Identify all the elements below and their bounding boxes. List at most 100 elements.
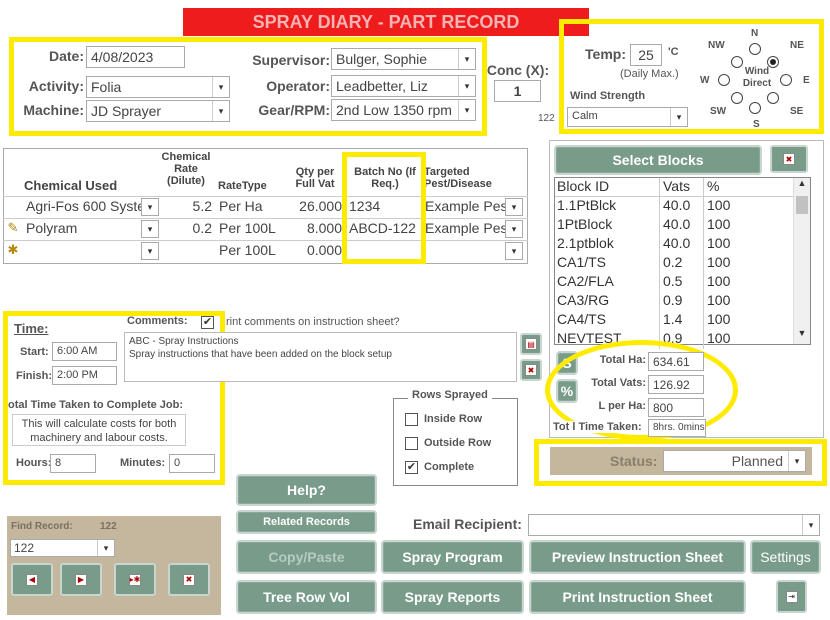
hours-field[interactable]: 8 [50,454,96,473]
rows-sprayed-checkbox[interactable] [405,437,418,450]
rate-field[interactable]: 0.2 [162,220,214,239]
block-id-cell: CA1/TS [555,254,660,273]
chevron-down-icon[interactable]: ▾ [788,451,805,471]
temp-field[interactable]: 25 [630,44,662,66]
cost-note: This will calculate costs for both machi… [12,414,186,446]
operator-select[interactable]: Leadbetter, Liz ▾ [331,75,476,97]
clear-comments-button[interactable]: ✖ [520,359,542,381]
rows-sprayed-checkbox[interactable]: ✔ [405,461,418,474]
supervisor-select[interactable]: Bulger, Sophie ▾ [331,48,476,70]
scroll-down-icon[interactable]: ▼ [794,328,810,344]
ratetype-field[interactable]: Per 100L [217,220,287,239]
gear-value: 2nd Low 1350 rpm [336,102,452,118]
select-blocks-button[interactable]: Select Blocks [554,145,762,175]
block-row[interactable]: CA4/TS 1.4 100 [555,311,810,330]
chevron-down-icon[interactable]: ▾ [97,540,114,556]
chevron-down-icon[interactable]: ▾ [458,49,475,69]
chevron-down-icon[interactable]: ▾ [458,76,475,96]
qty-field[interactable]: 8.000 [289,220,344,239]
help-button[interactable]: Help? [236,474,377,506]
copy-paste-button[interactable]: Copy/Paste [236,540,377,574]
scroll-up-icon[interactable]: ▲ [794,178,810,194]
delete-record-button[interactable]: ✖ [168,563,210,596]
chemical-select[interactable] [24,242,159,261]
finish-field[interactable]: 2:00 PM [52,366,117,385]
print-comments-checkbox[interactable]: ✔ [201,316,214,329]
supervisor-value: Bulger, Sophie [336,51,428,67]
delete-icon: ✖ [183,573,195,586]
chevron-down-icon[interactable]: ▾ [505,220,523,238]
block-row[interactable]: 1PtBlock 40.0 100 [555,216,810,235]
chemical-select[interactable]: Agri-Fos 600 Syste [24,198,159,217]
tree-row-vol-button[interactable]: Tree Row Vol [236,580,377,614]
email-select[interactable]: ▾ [528,514,820,536]
block-vats-cell: 0.9 [660,292,704,311]
related-records-button[interactable]: Related Records [236,510,377,534]
start-field[interactable]: 6:00 AM [52,342,117,361]
comments-textarea[interactable]: ABC - Spray Instructions Spray instructi… [124,332,517,382]
ratetype-field[interactable]: Per 100L [217,242,287,261]
print-instruction-button[interactable]: Print Instruction Sheet [529,580,746,614]
wind-ne-radio[interactable] [767,56,779,68]
scroll-thumb[interactable] [796,196,808,214]
spray-reports-button[interactable]: Spray Reports [381,580,524,614]
status-select[interactable]: Planned ▾ [663,450,806,472]
chevron-down-icon[interactable]: ▾ [141,220,159,238]
prev-record-button[interactable]: ◀ [11,563,53,596]
chevron-down-icon[interactable]: ▾ [141,198,159,216]
qty-field[interactable]: 0.000 [289,242,344,261]
blocks-scrollbar[interactable]: ▲ ▼ [793,178,810,344]
conc-field[interactable]: 1 [494,80,541,102]
wind-se-radio[interactable] [767,92,779,104]
wind-strength-select[interactable]: Calm ▾ [567,107,688,127]
chevron-down-icon[interactable]: ▾ [212,101,229,121]
spray-program-button[interactable]: Spray Program [381,540,524,574]
wind-e-radio[interactable] [780,74,792,86]
qty-field[interactable]: 26.000 [289,198,344,217]
rate-field[interactable]: 5.2 [162,198,214,217]
minutes-field[interactable]: 0 [169,454,215,473]
block-id-cell: CA2/FLA [555,273,660,292]
block-row[interactable]: CA1/TS 0.2 100 [555,254,810,273]
find-select[interactable]: 122 ▾ [10,539,115,557]
preview-instruction-button[interactable]: Preview Instruction Sheet [529,540,746,574]
chevron-down-icon[interactable]: ▾ [505,198,523,216]
wind-n-radio[interactable] [749,43,761,55]
machine-select[interactable]: JD Sprayer ▾ [86,100,230,122]
new-record-button[interactable]: ▸✱ [114,563,156,596]
compass-ne-label: NE [790,40,804,51]
l-per-ha-field[interactable]: 800 [648,398,704,417]
notes-button[interactable]: ▤ [520,333,542,355]
block-row[interactable]: CA3/RG 0.9 100 [555,292,810,311]
exit-button[interactable]: ⇥ [776,580,807,613]
next-record-button[interactable]: ▶ [60,563,102,596]
rows-sprayed-checkbox[interactable] [405,413,418,426]
temp-note: (Daily Max.) [620,68,679,80]
settings-button[interactable]: Settings [750,540,821,574]
wind-sw-radio[interactable] [731,92,743,104]
chevron-down-icon[interactable]: ▾ [141,242,159,260]
delete-block-button[interactable]: ✖ [770,145,808,173]
chevron-down-icon[interactable]: ▾ [802,515,819,535]
date-field[interactable]: 4/08/2023 [86,46,185,68]
block-row[interactable]: CA2/FLA 0.5 100 [555,273,810,292]
wind-nw-radio[interactable] [731,56,743,68]
operator-label: Operator: [266,78,330,94]
gear-select[interactable]: 2nd Low 1350 rpm ▾ [331,99,476,121]
minutes-label: Minutes: [120,457,166,469]
chevron-down-icon[interactable]: ▾ [505,242,523,260]
wind-w-radio[interactable] [718,74,730,86]
compass-w-label: W [700,75,710,86]
chemical-select[interactable]: Polyram [24,220,159,239]
activity-select[interactable]: Folia ▾ [86,76,230,98]
chevron-down-icon[interactable]: ▾ [212,77,229,97]
block-row[interactable]: 1.1PtBlck 40.0 100 [555,197,810,216]
ratetype-field[interactable]: Per Ha [217,198,287,217]
time-title: Time: [14,321,49,336]
rate-field[interactable] [162,242,214,261]
wind-s-radio[interactable] [749,102,761,114]
chevron-down-icon[interactable]: ▾ [670,108,687,126]
chevron-down-icon[interactable]: ▾ [458,100,475,120]
block-row[interactable]: 2.1ptblok 40.0 100 [555,235,810,254]
temp-label: Temp: [585,46,626,62]
